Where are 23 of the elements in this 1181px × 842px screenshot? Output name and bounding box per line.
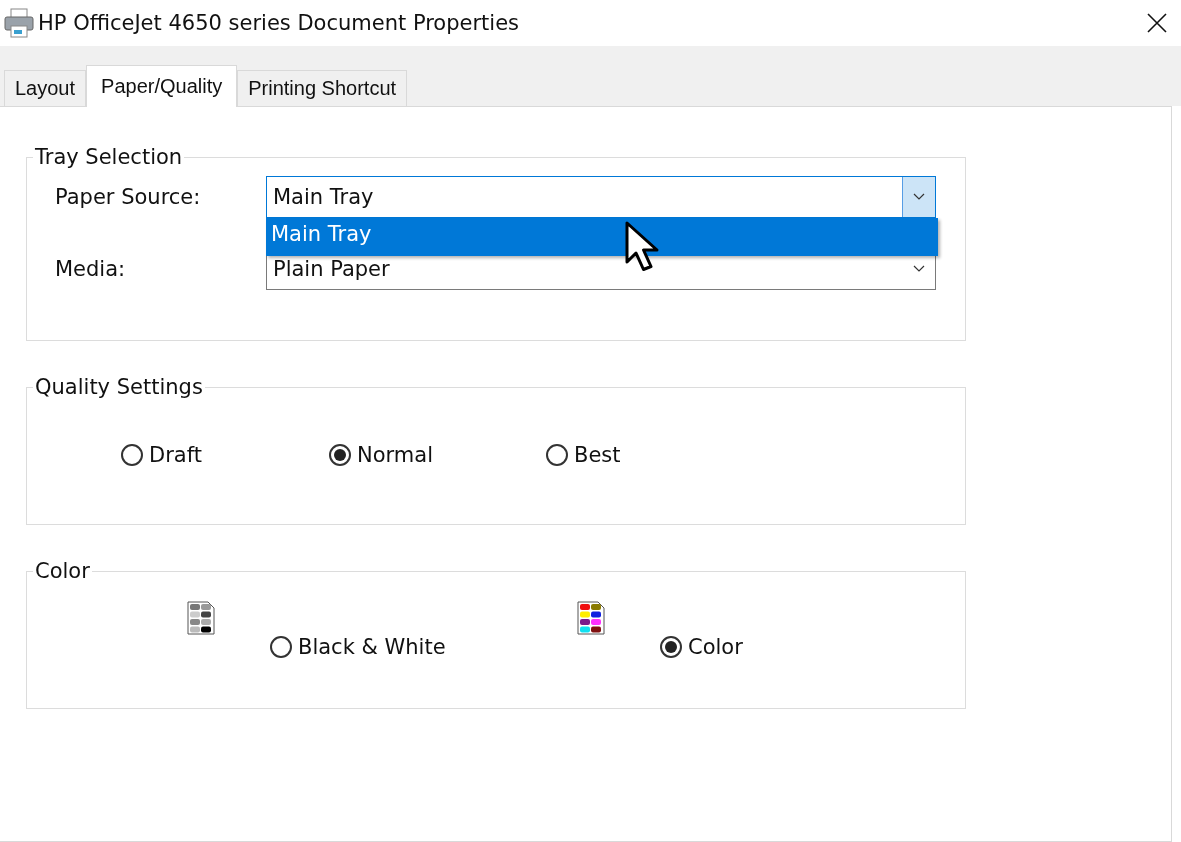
- field-label: Paper Source:: [55, 185, 202, 209]
- dropdown-field[interactable]: Main Tray: [266, 176, 936, 218]
- window-title: HP OfficeJet 4650 series Document Properties: [38, 11, 521, 35]
- tab[interactable]: Printing Shortcut: [237, 70, 408, 106]
- dropdown-option[interactable]: Main Tray: [266, 218, 938, 256]
- mouse-cursor-icon: [624, 220, 660, 274]
- chevron-down-icon: [913, 265, 925, 273]
- radio-option[interactable]: Black & White: [270, 635, 446, 659]
- color-palette-icon: [577, 601, 605, 635]
- grayscale-palette-icon: [187, 601, 215, 635]
- radio-option[interactable]: Color: [660, 635, 743, 659]
- tab[interactable]: Paper/Quality: [86, 65, 238, 107]
- close-icon[interactable]: [1147, 13, 1167, 33]
- group-title: Color: [34, 559, 91, 583]
- chevron-down-icon: [913, 193, 925, 201]
- tab[interactable]: Layout: [4, 70, 87, 106]
- group-title: Quality Settings: [34, 375, 204, 399]
- field-label: Media:: [55, 257, 127, 281]
- radio-option[interactable]: Best: [546, 443, 621, 467]
- group-title: Tray Selection: [34, 145, 184, 169]
- printer-icon: [4, 8, 34, 38]
- radio-option[interactable]: Draft: [121, 443, 329, 467]
- radio-option[interactable]: Normal: [329, 443, 546, 467]
